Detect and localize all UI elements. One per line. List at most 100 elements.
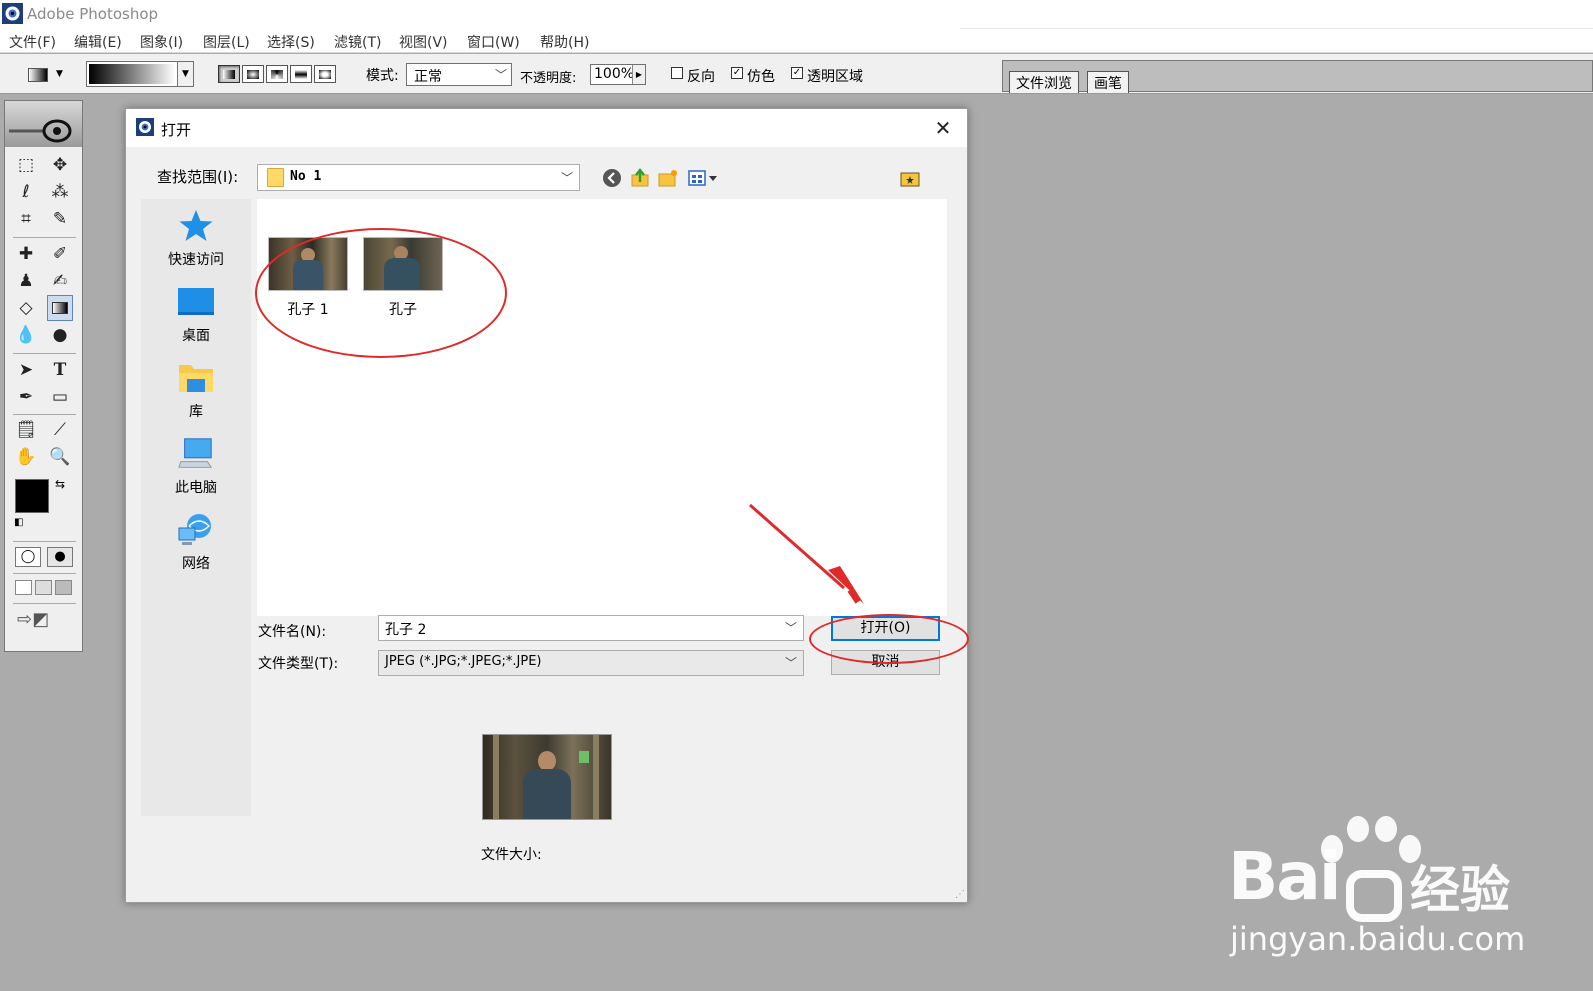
look-in-select[interactable]: No 1 ﹀ — [257, 164, 580, 191]
photoshop-eye-icon — [2, 3, 23, 24]
desktop-icon — [177, 283, 215, 321]
mode-value: 正常 — [414, 69, 442, 85]
path-selection-tool-icon[interactable]: ➤ — [13, 357, 39, 383]
linear-gradient-button[interactable] — [218, 65, 240, 83]
gradient-tool-icon — [28, 68, 48, 82]
menu-edit[interactable]: 编辑(E) — [74, 32, 122, 52]
menu-file[interactable]: 文件(F) — [9, 32, 56, 52]
computer-icon — [177, 435, 215, 473]
eraser-tool-icon[interactable]: ◇ — [13, 295, 39, 321]
radial-gradient-button[interactable] — [242, 65, 264, 83]
chevron-down-icon: ﹀ — [494, 68, 507, 82]
place-label: 此电脑 — [175, 480, 217, 496]
up-folder-icon[interactable] — [629, 167, 651, 189]
new-folder-icon[interactable] — [657, 167, 679, 189]
dither-checkbox[interactable]: ✓ — [731, 67, 743, 79]
brush-tool-icon[interactable]: ✐ — [47, 241, 73, 267]
folder-star-icon[interactable] — [899, 167, 921, 189]
menu-filter[interactable]: 滤镜(T) — [334, 32, 381, 52]
full-screen-mode-icon[interactable] — [55, 580, 72, 595]
chevron-down-icon: ﹀ — [560, 171, 573, 185]
menu-bar: 文件(F) 编辑(E) 图象(I) 图层(L) 选择(S) 滤镜(T) 视图(V… — [0, 29, 1593, 53]
crop-tool-icon[interactable]: ⌗ — [13, 206, 39, 232]
reflected-gradient-button[interactable] — [290, 65, 312, 83]
dodge-tool-icon[interactable]: ● — [47, 322, 73, 348]
menu-window[interactable]: 窗口(W) — [467, 32, 520, 52]
zoom-tool-icon[interactable]: 🔍 — [47, 444, 73, 470]
jump-to-imageready-icon[interactable]: ⇨◩ — [17, 609, 49, 630]
back-icon[interactable] — [601, 167, 623, 189]
default-colors-icon[interactable]: ◧ — [14, 517, 23, 528]
clone-stamp-tool-icon[interactable]: ♟ — [13, 268, 39, 294]
library-folder-icon — [177, 359, 215, 397]
healing-brush-tool-icon[interactable]: ✚ — [13, 241, 39, 267]
menu-help[interactable]: 帮助(H) — [540, 32, 589, 52]
watermark-du-paw — [1346, 870, 1402, 922]
mode-label: 模式: — [366, 68, 399, 84]
history-brush-tool-icon[interactable]: ✍ — [47, 268, 73, 294]
move-tool-icon[interactable]: ✥ — [47, 152, 73, 178]
gradient-swatch — [89, 64, 175, 84]
magic-wand-tool-icon[interactable]: ⁂ — [47, 179, 73, 205]
tab-brushes[interactable]: 画笔 — [1087, 71, 1129, 93]
dialog-titlebar — [126, 109, 967, 147]
transparency-checkbox[interactable]: ✓ — [791, 67, 803, 79]
place-quick-access[interactable]: 快速访问 — [141, 207, 251, 269]
look-in-label: 查找范围(I): — [157, 168, 239, 186]
filename-label: 文件名(N): — [258, 624, 327, 640]
eyedropper-tool-icon[interactable]: ⟋ — [47, 417, 73, 443]
foreground-color-swatch[interactable] — [15, 479, 49, 513]
standard-mode-button[interactable]: ◯ — [15, 547, 41, 567]
place-libraries[interactable]: 库 — [141, 359, 251, 421]
slice-tool-icon[interactable]: ✎ — [47, 206, 73, 232]
toolbox: ⬚ ✥ ℓ ⁂ ⌗ ✎ ✚ ✐ ♟ ✍ ◇ 💧 ● ➤ T ✒ ▭ 🗒 ⟋ ✋ … — [4, 100, 83, 652]
screen-mode-group — [15, 580, 72, 595]
toolbox-header[interactable] — [5, 101, 82, 147]
resize-grip-icon[interactable]: ⋰ — [955, 889, 965, 900]
menu-view[interactable]: 视图(V) — [399, 32, 448, 52]
place-desktop[interactable]: 桌面 — [141, 283, 251, 345]
pen-tool-icon[interactable]: ✒ — [13, 384, 39, 410]
tab-file-browser[interactable]: 文件浏览 — [1009, 71, 1079, 93]
gradient-tool-icon[interactable] — [47, 295, 73, 321]
full-screen-menu-mode-icon[interactable] — [35, 580, 52, 595]
dither-label: 仿色 — [747, 69, 775, 85]
menu-layer[interactable]: 图层(L) — [203, 32, 250, 52]
place-network[interactable]: 网络 — [141, 511, 251, 573]
standard-screen-mode-icon[interactable] — [15, 580, 32, 595]
gradient-picker[interactable]: ▼ — [86, 61, 194, 87]
menu-image[interactable]: 图象(I) — [140, 32, 183, 52]
photoshop-eye-icon — [136, 118, 154, 136]
mode-select[interactable]: 正常 ﹀ — [406, 63, 512, 86]
diamond-gradient-button[interactable] — [314, 65, 336, 83]
toolbox-divider — [13, 573, 76, 574]
toolbox-divider — [13, 353, 76, 354]
rectangle-tool-icon[interactable]: ▭ — [47, 384, 73, 410]
reverse-checkbox[interactable] — [671, 67, 683, 79]
lasso-tool-icon[interactable]: ℓ — [13, 179, 39, 205]
close-icon[interactable]: ✕ — [929, 115, 957, 141]
slider-arrow-icon[interactable]: ▶ — [632, 65, 645, 84]
notes-tool-icon[interactable]: 🗒 — [13, 417, 39, 443]
photoshop-eye-logo — [9, 119, 72, 143]
marquee-tool-icon[interactable]: ⬚ — [13, 152, 39, 178]
place-label: 快速访问 — [168, 252, 224, 268]
tool-preset-picker[interactable]: ▼ — [8, 60, 68, 88]
view-menu-icon[interactable] — [687, 167, 721, 189]
filetype-value: JPEG (*.JPG;*.JPEG;*.JPE) — [385, 654, 542, 669]
quick-mask-button[interactable]: ● — [47, 547, 73, 567]
watermark-brand: Bai — [1228, 838, 1341, 915]
swap-colors-icon[interactable]: ⇆ — [55, 477, 65, 491]
blur-tool-icon[interactable]: 💧 — [13, 322, 39, 348]
toolbox-divider — [13, 603, 76, 604]
chevron-down-icon[interactable]: ﹀ — [785, 619, 797, 636]
opacity-input[interactable]: 100% ▶ — [590, 64, 646, 85]
place-this-pc[interactable]: 此电脑 — [141, 435, 251, 497]
filename-input[interactable]: 孔子 2 ﹀ — [378, 615, 804, 641]
dialog-title: 打开 — [161, 121, 192, 139]
type-tool-icon[interactable]: T — [47, 357, 73, 383]
angle-gradient-button[interactable] — [266, 65, 288, 83]
filetype-select[interactable]: JPEG (*.JPG;*.JPEG;*.JPE) ﹀ — [378, 650, 804, 676]
hand-tool-icon[interactable]: ✋ — [13, 444, 39, 470]
menu-select[interactable]: 选择(S) — [267, 32, 315, 52]
